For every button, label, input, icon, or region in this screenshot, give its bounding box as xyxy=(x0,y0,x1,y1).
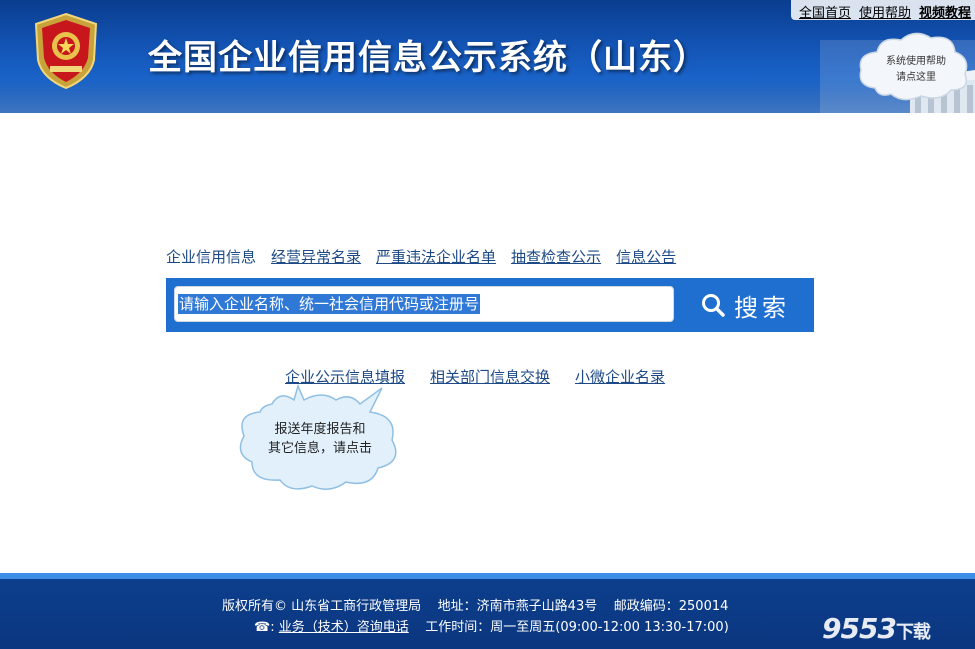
nav-enterprise-credit-info[interactable]: 企业信用信息 xyxy=(166,246,256,267)
footer-info-line: 版权所有© 山东省工商行政管理局 地址：济南市燕子山路43号 邮政编码：2500… xyxy=(222,595,728,614)
search-button-label: 搜索 xyxy=(734,293,790,322)
top-link-video-tutorial[interactable]: 视频教程 xyxy=(919,2,971,21)
watermark-number: 9553 xyxy=(822,612,897,645)
help-cloud-line1: 系统使用帮助 xyxy=(886,56,946,67)
search-icon xyxy=(702,294,725,317)
nav-serious-violation-list[interactable]: 严重违法企业名单 xyxy=(376,246,496,267)
site-title: 全国企业信用信息公示系统（山东） xyxy=(148,38,708,78)
tip-cloud-line1: 报送年度报告和 xyxy=(274,422,366,437)
search-button[interactable]: 搜索 xyxy=(684,286,806,324)
phone-icon: ☎: xyxy=(254,620,275,635)
search-input[interactable] xyxy=(174,286,674,322)
download-site-watermark: 9553下载 xyxy=(822,612,931,645)
link-small-micro-enterprise-list[interactable]: 小微企业名录 xyxy=(575,366,665,387)
tip-cloud-text[interactable]: 报送年度报告和 其它信息，请点击 xyxy=(250,420,390,458)
nav-spot-check-disclosure[interactable]: 抽查检查公示 xyxy=(511,246,601,267)
top-link-home[interactable]: 全国首页 xyxy=(799,2,851,21)
footer-postcode: 邮政编码：250014 xyxy=(613,599,729,614)
footer-address: 地址：济南市燕子山路43号 xyxy=(437,599,598,614)
help-cloud-text[interactable]: 系统使用帮助 请点这里 xyxy=(868,54,964,86)
watermark-suffix: 下载 xyxy=(895,622,931,643)
link-department-info-exchange[interactable]: 相关部门信息交换 xyxy=(430,366,550,387)
main-nav: 企业信用信息 经营异常名录 严重违法企业名单 抽查检查公示 信息公告 xyxy=(166,246,691,267)
footer-phone-link[interactable]: 业务（技术）咨询电话 xyxy=(279,620,409,635)
footer-contact-line: ☎: 业务（技术）咨询电话 工作时间：周一至周五(09:00-12:00 13:… xyxy=(254,616,729,635)
top-links: 全国首页 使用帮助 视频教程 xyxy=(790,0,975,21)
top-link-help[interactable]: 使用帮助 xyxy=(859,2,911,21)
search-box: 请输入企业名称、统一社会信用代码或注册号 搜索 xyxy=(166,278,814,332)
national-emblem-badge-icon xyxy=(34,12,98,90)
footer-copyright: 版权所有© 山东省工商行政管理局 xyxy=(222,599,422,614)
footer-hours: 工作时间：周一至周五(09:00-12:00 13:30-17:00) xyxy=(425,620,729,635)
site-header: 全国企业信用信息公示系统（山东） 全国首页 使用帮助 视频教程 系统使用帮助 请… xyxy=(0,0,975,113)
nav-abnormal-operation-list[interactable]: 经营异常名录 xyxy=(271,246,361,267)
nav-info-announcement[interactable]: 信息公告 xyxy=(616,246,676,267)
tip-cloud-line2: 其它信息，请点击 xyxy=(267,441,372,456)
help-cloud-line2: 请点这里 xyxy=(896,72,936,83)
